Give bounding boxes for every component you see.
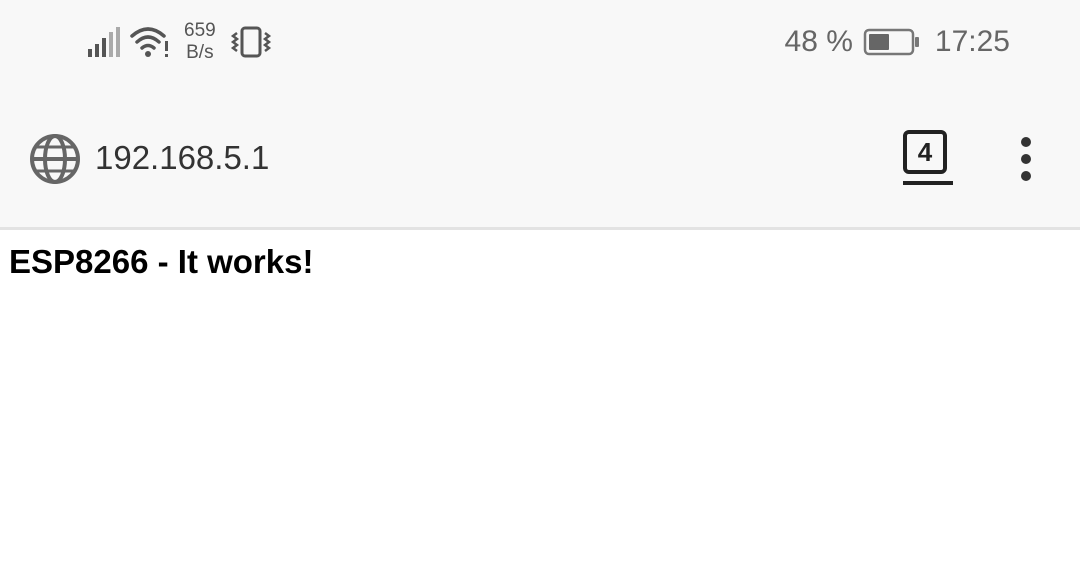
net-speed-value: 659 [184, 20, 216, 41]
network-speed: 659 B/s [184, 20, 216, 64]
battery-icon [863, 28, 921, 56]
wifi-icon [130, 25, 170, 59]
status-left-group: 659 B/s [86, 16, 272, 68]
signal-icon [86, 25, 122, 59]
tab-count: 4 [917, 136, 933, 167]
battery-percent: 48 % [784, 25, 853, 58]
tabs-icon: 4 [903, 130, 947, 174]
more-vert-icon[interactable] [1005, 134, 1047, 184]
globe-icon[interactable] [28, 132, 82, 186]
net-speed-unit: B/s [186, 42, 214, 63]
tabs-underline [903, 181, 953, 185]
clock: 17:25 [934, 25, 1010, 58]
status-right-group: 48 % 17:25 [785, 16, 1010, 68]
browser-toolbar: 192.168.5.1 4 [0, 86, 1080, 227]
vibrate-icon [230, 25, 272, 59]
page-content: ESP8266 - It works! [0, 230, 1080, 567]
status-bar: 659 B/s 48 % 17:25 [0, 0, 1080, 86]
tab-switcher-button[interactable]: 4 [898, 126, 958, 188]
url-bar[interactable]: 192.168.5.1 [95, 136, 269, 180]
page-heading: ESP8266 - It works! [9, 243, 314, 280]
